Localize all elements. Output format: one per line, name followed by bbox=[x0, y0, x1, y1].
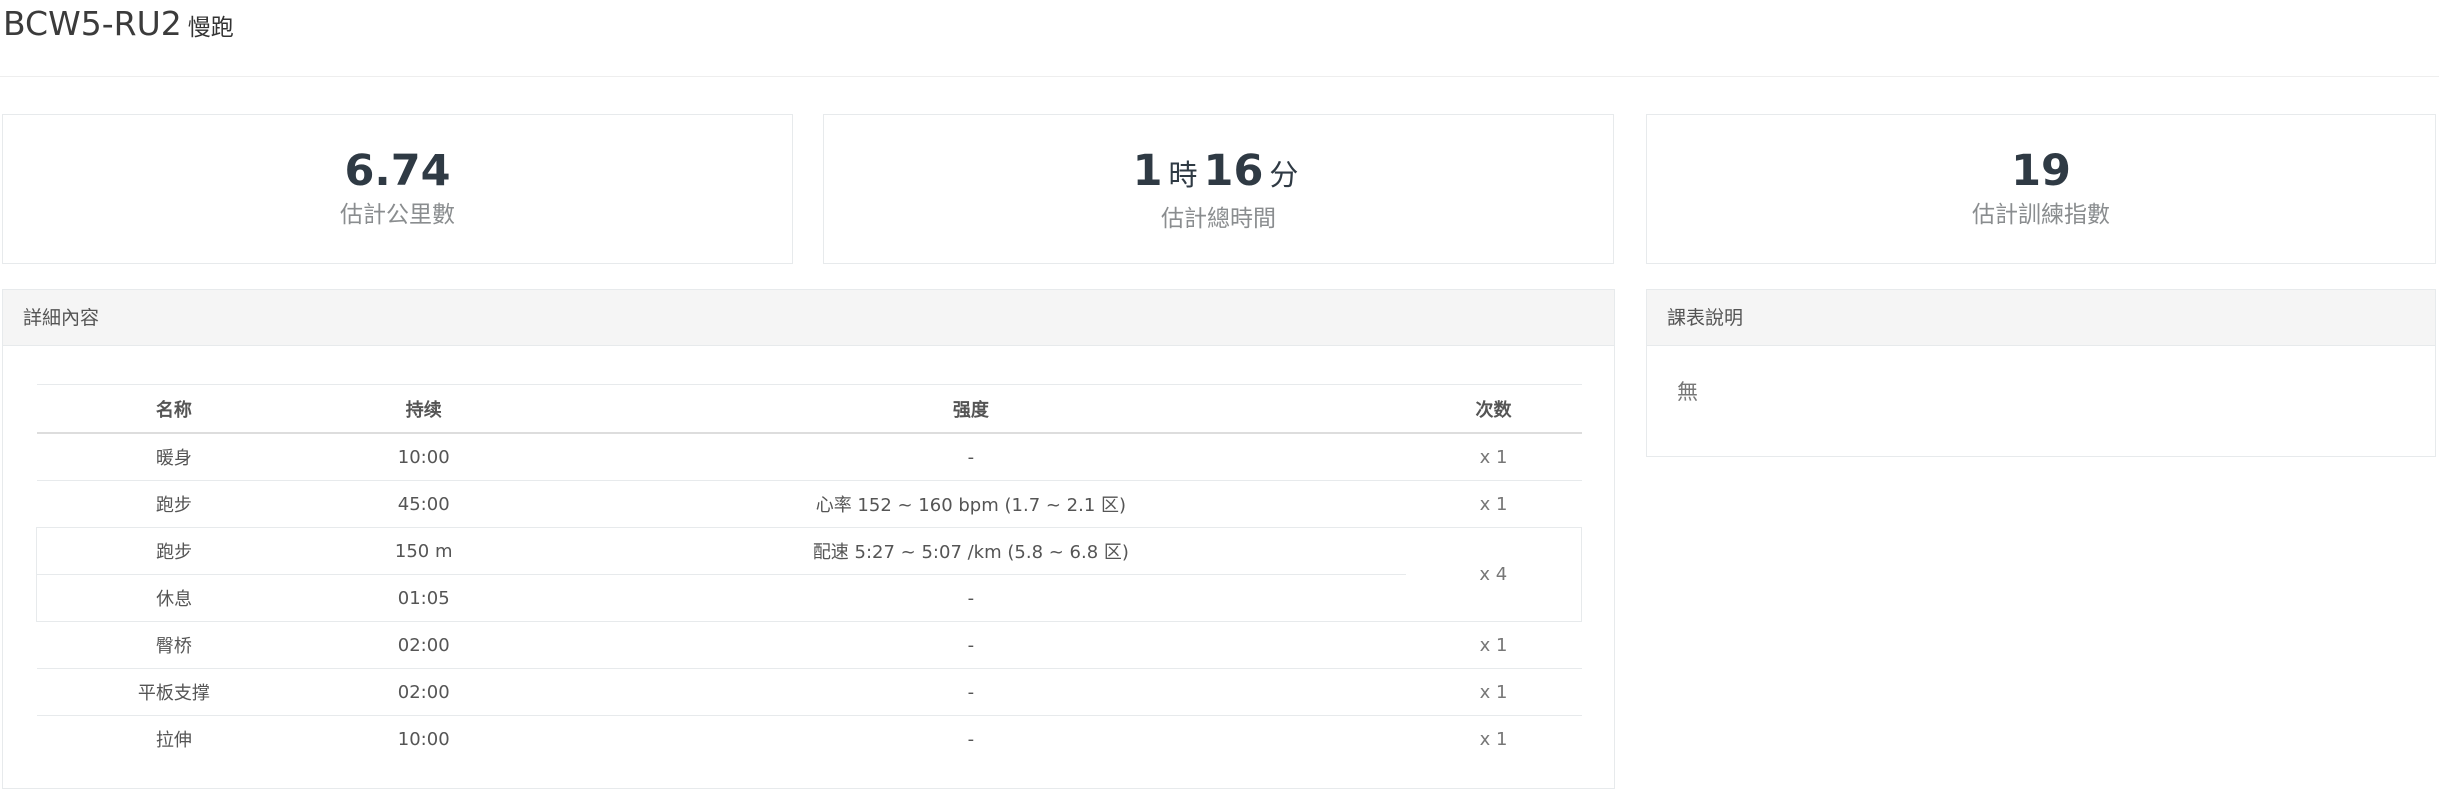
table-row: 跑步 150 m 配速 5:27 ~ 5:07 /km (5.8 ~ 6.8 区… bbox=[36, 527, 1582, 622]
row-intensity: - bbox=[536, 621, 1406, 669]
page: BCW5-RU2 慢跑 6.74 估計公里數 1 時 16 分 估計總時間 19 估計訓… bbox=[0, 0, 2439, 790]
table-row: 臀桥 02:00 - x 1 bbox=[36, 621, 1582, 669]
stat-minutes-unit: 分 bbox=[1269, 158, 1299, 192]
row-duration: 01:05 bbox=[311, 574, 537, 622]
row-name: 暖身 bbox=[36, 433, 312, 481]
stat-total-time-value: 1 時 16 分 bbox=[824, 147, 1613, 199]
description-panel: 課表說明 無 bbox=[1646, 289, 2436, 457]
column-header-name: 名称 bbox=[36, 384, 312, 434]
page-title: BCW5-RU2 慢跑 bbox=[3, 4, 234, 48]
stat-hours: 1 bbox=[1132, 146, 1163, 196]
details-panel: 詳細內容 名称 持续 强度 次数 暖身 10:00 - x 1 跑步 45:00… bbox=[2, 289, 1615, 789]
row-intensity: 配速 5:27 ~ 5:07 /km (5.8 ~ 6.8 区) bbox=[536, 527, 1406, 575]
row-intensity: 心率 152 ~ 160 bpm (1.7 ~ 2.1 区) bbox=[536, 480, 1406, 528]
row-intensity: - bbox=[967, 728, 975, 750]
workout-type: 慢跑 bbox=[187, 15, 234, 41]
stat-total-time-label: 估計總時間 bbox=[1161, 206, 1276, 232]
row-duration: 02:00 bbox=[311, 668, 537, 716]
details-panel-title: 詳細內容 bbox=[3, 290, 1614, 346]
row-intensity: - bbox=[536, 433, 1406, 481]
stat-hours-unit: 時 bbox=[1168, 158, 1198, 192]
row-name: 跑步 bbox=[36, 480, 312, 528]
stat-distance-label: 估計公里數 bbox=[340, 202, 455, 228]
row-count: x 1 bbox=[1405, 668, 1582, 716]
row-duration: 150 m bbox=[311, 527, 537, 575]
table-row: 跑步 45:00 心率 152 ~ 160 bpm (1.7 ~ 2.1 区) … bbox=[36, 480, 1582, 528]
column-header-count: 次数 bbox=[1405, 384, 1582, 434]
table-row: 休息 01:05 - bbox=[36, 574, 1582, 622]
title-bar: BCW5-RU2 慢跑 bbox=[0, 0, 2439, 77]
row-name: 跑步 bbox=[36, 527, 312, 575]
row-name: 平板支撑 bbox=[36, 668, 312, 716]
row-name: 拉伸 bbox=[155, 730, 192, 751]
row-count: x 1 bbox=[1405, 480, 1582, 528]
stat-total-time: 1 時 16 分 估計總時間 bbox=[823, 114, 1614, 264]
stat-distance-value: 6.74 bbox=[344, 146, 451, 196]
stat-training-index: 19 估計訓練指數 bbox=[1646, 114, 2436, 264]
table-row: 平板支撑 02:00 - x 1 bbox=[36, 668, 1582, 716]
row-name: 臀桥 bbox=[36, 621, 312, 669]
stat-distance: 6.74 估計公里數 bbox=[2, 114, 793, 264]
row-count: x 1 bbox=[1479, 728, 1508, 750]
table-row: 拉伸 10:00 - x 1 bbox=[37, 716, 1582, 763]
row-duration: 45:00 bbox=[311, 480, 537, 528]
stat-training-index-value: 19 bbox=[2011, 146, 2071, 196]
row-count: x 1 bbox=[1405, 621, 1582, 669]
row-intensity: - bbox=[536, 574, 1406, 622]
row-duration: 02:00 bbox=[311, 621, 537, 669]
row-duration: 10:00 bbox=[311, 433, 537, 481]
row-group-count: x 4 bbox=[1405, 527, 1582, 622]
row-intensity: - bbox=[536, 668, 1406, 716]
stat-minutes: 16 bbox=[1203, 146, 1264, 196]
workout-code: BCW5-RU2 bbox=[3, 4, 182, 43]
details-table: 名称 持续 强度 次数 暖身 10:00 - x 1 跑步 45:00 心率 1… bbox=[36, 384, 1582, 762]
row-duration: 10:00 bbox=[397, 728, 450, 750]
description-panel-title: 課表說明 bbox=[1647, 290, 2435, 346]
row-name: 休息 bbox=[36, 574, 312, 622]
column-header-duration: 持续 bbox=[311, 384, 537, 434]
row-count: x 1 bbox=[1405, 433, 1582, 481]
stat-training-index-label: 估計訓練指數 bbox=[1972, 202, 2110, 228]
description-text: 無 bbox=[1677, 380, 1698, 404]
column-header-intensity: 强度 bbox=[536, 384, 1406, 434]
table-header-row: 名称 持续 强度 次数 bbox=[36, 384, 1582, 434]
table-row: 暖身 10:00 - x 1 bbox=[36, 433, 1582, 481]
